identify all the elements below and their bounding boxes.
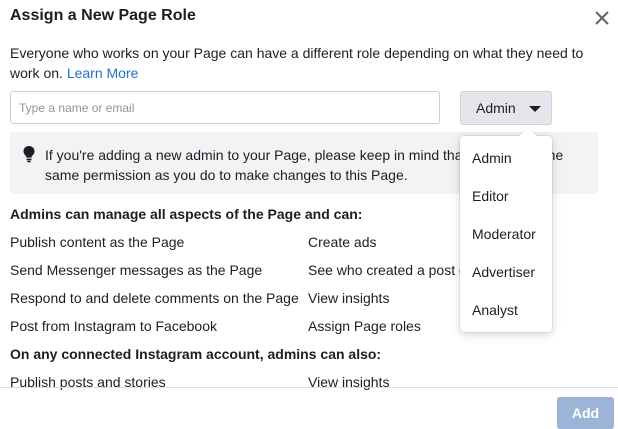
admin-permissions-heading: Admins can manage all aspects of the Pag… [10,206,363,222]
role-option-admin[interactable]: Admin [472,150,512,166]
caret-down-icon [529,106,541,112]
instagram-permissions-heading: On any connected Instagram account, admi… [10,346,382,362]
name-email-input[interactable] [10,91,440,124]
role-select-button[interactable]: Admin [460,91,552,125]
permission-item: Respond to and delete comments on the Pa… [10,290,299,306]
role-option-moderator[interactable]: Moderator [472,226,536,242]
role-option-analyst[interactable]: Analyst [472,302,518,318]
lightbulb-icon [23,146,35,163]
learn-more-link[interactable]: Learn More [67,65,139,81]
permission-item: Send Messenger messages as the Page [10,262,263,278]
permission-item: Publish content as the Page [10,234,185,250]
dialog-description: Everyone who works on your Page can have… [10,43,600,83]
add-button[interactable]: Add [557,397,614,429]
permission-item: Assign Page roles [308,318,421,334]
permission-item: View insights [308,290,390,306]
role-option-advertiser[interactable]: Advertiser [472,264,535,280]
role-dropdown-menu: Admin Editor Moderator Advertiser Analys… [460,127,552,332]
role-option-editor[interactable]: Editor [472,188,509,204]
permission-item: Create ads [308,234,377,250]
close-icon[interactable] [592,8,612,28]
dropdown-pointer [519,127,537,145]
footer-divider [0,387,618,388]
permission-item: Post from Instagram to Facebook [10,318,217,334]
dialog-title: Assign a New Page Role [10,7,196,24]
role-select-value: Admin [476,100,516,116]
